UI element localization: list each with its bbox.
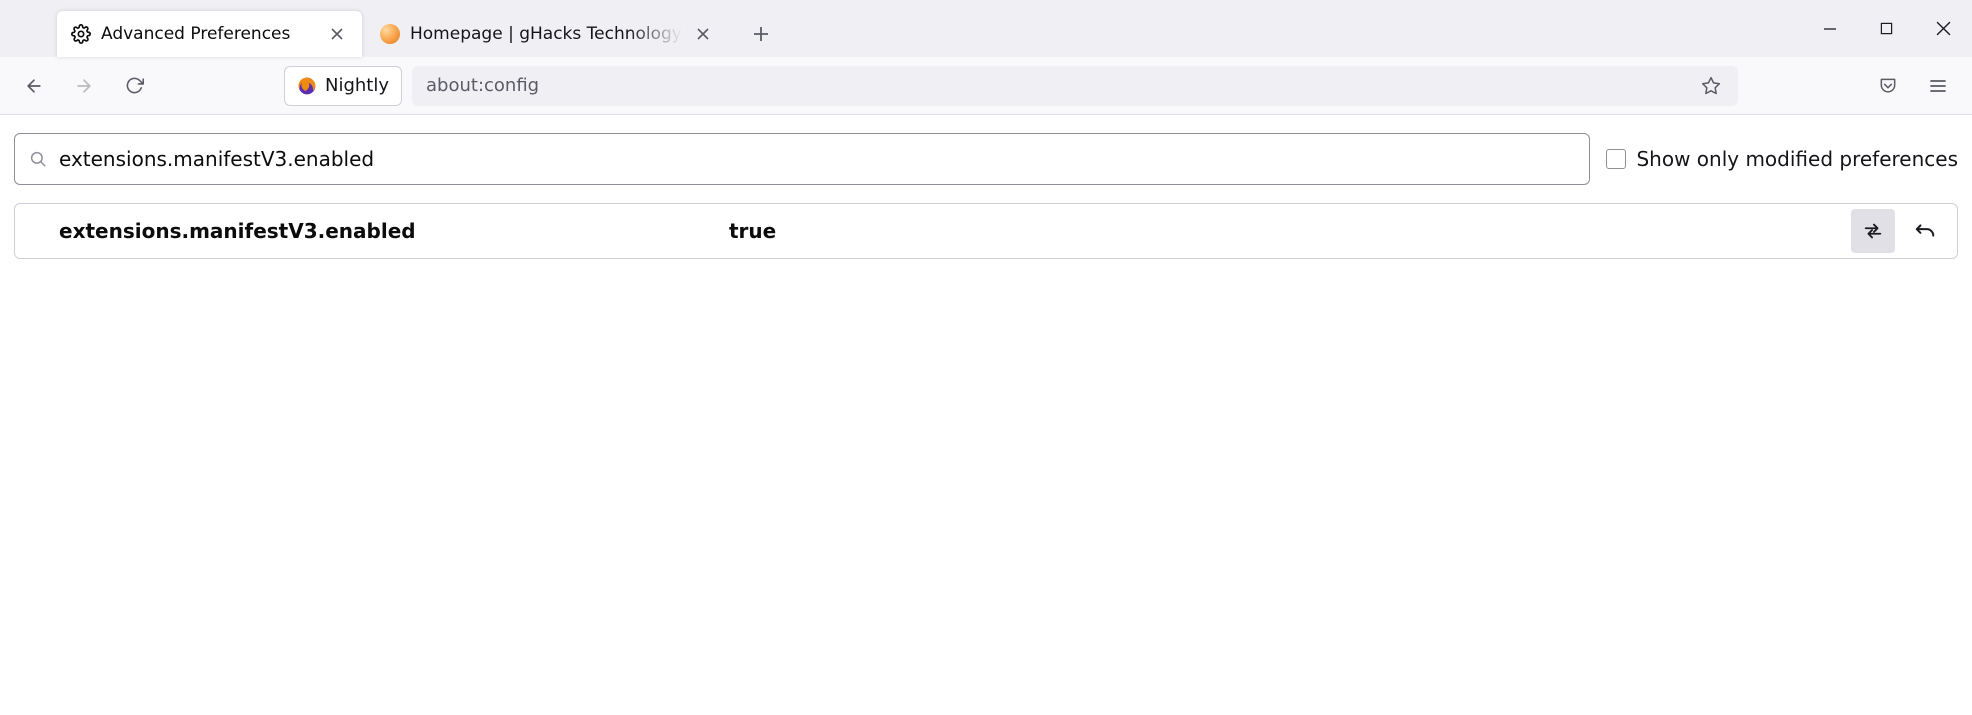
identity-label: Nightly [325, 75, 389, 96]
pocket-button[interactable] [1868, 66, 1908, 106]
modified-only-toggle[interactable]: Show only modified preferences [1606, 147, 1958, 171]
about-config-content: Show only modified preferences extension… [0, 115, 1972, 277]
preference-value[interactable]: true [729, 219, 1851, 243]
undo-icon [1914, 220, 1936, 242]
preference-name[interactable]: extensions.manifestV3.enabled [59, 219, 729, 243]
reload-button[interactable] [114, 66, 154, 106]
checkbox-label: Show only modified preferences [1636, 147, 1958, 171]
maximize-button[interactable] [1858, 9, 1915, 49]
url-bar[interactable]: about:config [412, 66, 1738, 106]
tab-advanced-preferences[interactable]: Advanced Preferences [57, 11, 362, 57]
navigation-toolbar: Nightly about:config [0, 57, 1972, 115]
bookmark-star-button[interactable] [1694, 69, 1728, 103]
reset-button[interactable] [1903, 209, 1947, 253]
tab-bar: Advanced Preferences Homepage | gHacks T… [0, 0, 1972, 57]
search-icon [29, 150, 47, 168]
preference-search-input[interactable] [59, 147, 1575, 171]
forward-button[interactable] [64, 66, 104, 106]
tab-title: Advanced Preferences [101, 24, 316, 44]
toggle-icon [1862, 220, 1884, 242]
tab-close-button[interactable] [326, 23, 348, 45]
search-row: Show only modified preferences [14, 133, 1958, 185]
preference-actions [1851, 209, 1947, 253]
close-window-button[interactable] [1915, 9, 1972, 49]
preference-row: extensions.manifestV3.enabled true [14, 203, 1958, 259]
window-controls [1801, 0, 1972, 57]
url-text: about:config [426, 75, 1694, 96]
tab-title: Homepage | gHacks Technology [410, 24, 682, 44]
identity-box[interactable]: Nightly [284, 66, 402, 106]
gear-icon [71, 24, 91, 44]
toggle-button[interactable] [1851, 209, 1895, 253]
ghacks-favicon [380, 24, 400, 44]
back-button[interactable] [14, 66, 54, 106]
new-tab-button[interactable] [742, 15, 780, 53]
firefox-nightly-icon [297, 76, 317, 96]
urlbar-container: Nightly about:config [284, 66, 1738, 106]
tab-close-button[interactable] [692, 23, 714, 45]
minimize-button[interactable] [1801, 9, 1858, 49]
preference-search-box[interactable] [14, 133, 1590, 185]
checkbox-icon [1606, 149, 1626, 169]
tab-ghacks[interactable]: Homepage | gHacks Technology [366, 11, 728, 57]
app-menu-button[interactable] [1918, 66, 1958, 106]
